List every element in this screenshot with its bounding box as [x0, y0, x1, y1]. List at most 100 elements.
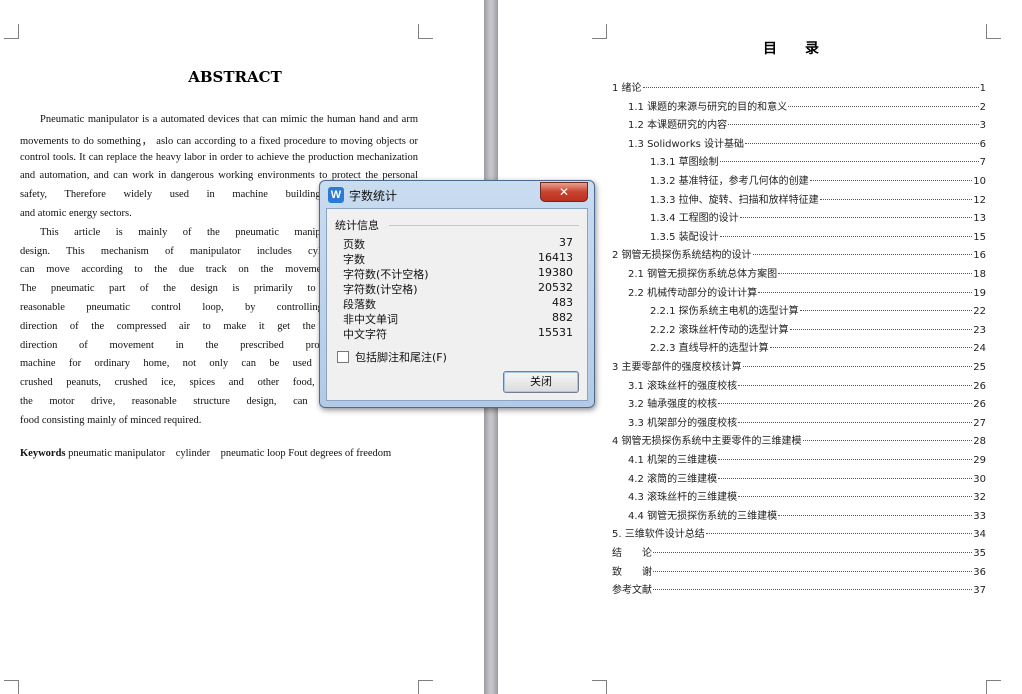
toc-entry-page: 13 — [973, 213, 986, 225]
toc-entry[interactable]: 3 主要零部件的强度校核计算 25 — [612, 358, 986, 376]
stat-label: 字符数(计空格) — [343, 283, 418, 296]
toc-entry[interactable]: 1.3 Solidworks 设计基础 6 — [628, 135, 986, 153]
toc-entry[interactable]: 2 钢管无损探伤系统结构的设计 16 — [612, 246, 986, 264]
toc-entry-page: 19 — [973, 287, 986, 299]
toc-entry-title: 3.2 轴承强度的校核 — [628, 399, 718, 411]
toc-entry[interactable]: 4.1 机架的三维建模 29 — [628, 451, 986, 469]
stat-row: 字数 16413 — [343, 251, 573, 266]
dialog-body: 统计信息 页数 37 字数 16413 字符数(不计空格) 19380 字符数(计空格) 20… — [326, 208, 588, 401]
toc-entry-title: 1.2 本课题研究的内容 — [628, 120, 728, 132]
toc-entry-page: 18 — [973, 269, 986, 280]
toc-entry[interactable]: 3.3 机架部分的强度校核 27 — [628, 414, 986, 432]
toc-leader-dots — [819, 198, 973, 200]
crop-mark — [592, 680, 607, 694]
toc-entry-page: 1 — [979, 83, 986, 94]
toc-entry[interactable]: 2.2.2 滚珠丝杆传动的选型计算 23 — [650, 321, 986, 339]
toc-entry[interactable]: 1.2 本课题研究的内容 3 — [628, 116, 986, 134]
crop-mark — [986, 24, 1001, 39]
crop-mark — [418, 24, 433, 39]
toc-entry[interactable]: 1.3.4 工程图的设计 13 — [650, 209, 986, 227]
toc-entry-page: 7 — [979, 157, 986, 169]
toc-entry-title: 1.3.5 装配设计 — [650, 231, 719, 243]
toc-entry[interactable]: 2.2.1 探伤系统主电机的选型计算 22 — [650, 302, 986, 320]
stat-row: 页数 37 — [343, 236, 573, 251]
toc-entry[interactable]: 3.2 轴承强度的校核 26 — [628, 395, 986, 413]
toc-entry[interactable]: 4 钢管无损探伤系统中主要零件的三维建模 28 — [612, 432, 986, 450]
dialog-title: 字数统计 — [349, 189, 398, 203]
abstract-heading: ABSTRACT — [188, 68, 282, 86]
stat-row: 中文字符 15531 — [343, 326, 573, 341]
crop-mark — [418, 680, 433, 694]
stat-row: 字符数(计空格) 20532 — [343, 281, 573, 296]
toc-entry-title: 1.3.3 拉伸、旋转、扫描和放样特征建 — [650, 194, 819, 206]
abstract-line: food consisting mainly of minced require… — [20, 414, 202, 426]
toc-entry-title: 2.2.3 直线导杆的选型计算 — [650, 343, 769, 355]
toc-entry[interactable]: 1.3.2 基准特征，参考几何体的创建 10 — [650, 172, 986, 190]
stat-value: 483 — [552, 296, 573, 309]
toc-entry[interactable]: 参考文献 37 — [612, 581, 986, 599]
stat-row: 字符数(不计空格) 19380 — [343, 266, 573, 281]
stat-value: 16413 — [538, 251, 573, 264]
toc-entry[interactable]: 4.3 滚珠丝杆的三维建模 32 — [628, 488, 986, 506]
toc-entry-title: 结 论 — [612, 548, 652, 559]
toc-entry-title: 参考文献 — [612, 585, 652, 597]
toc-leader-dots — [653, 589, 973, 591]
toc-entry[interactable]: 1.3.3 拉伸、旋转、扫描和放样特征建 12 — [650, 191, 986, 209]
close-icon[interactable]: ✕ — [540, 182, 588, 202]
toc-entry[interactable]: 5. 三维软件设计总结 34 — [612, 525, 986, 543]
toc-entry-title: 5. 三维软件设计总结 — [612, 529, 705, 541]
toc-leader-dots — [718, 477, 973, 479]
toc-entry[interactable]: 2.1 钢管无损探伤系统总体方案图 18 — [628, 265, 986, 283]
wps-app-icon: W — [328, 187, 344, 203]
close-button[interactable]: 关闭 — [503, 371, 579, 393]
keywords-label: Keywords — [20, 448, 66, 459]
stat-value: 882 — [552, 311, 573, 324]
toc-entry-title: 2.2 机械传动部分的设计计算 — [628, 287, 758, 299]
toc-entry-page: 25 — [973, 362, 986, 373]
toc-entry-page: 24 — [973, 343, 986, 355]
toc-entry-title: 1.3.4 工程图的设计 — [650, 213, 739, 225]
toc-entry-title: 1.1 课题的来源与研究的目的和意义 — [628, 101, 788, 113]
toc-entry-page: 33 — [973, 510, 986, 522]
toc-entry-title: 4.1 机架的三维建模 — [628, 455, 718, 466]
toc-leader-dots — [758, 291, 973, 293]
toc-entry[interactable]: 1 绪论 1 — [612, 79, 986, 97]
toc-entry[interactable]: 4.2 滚筒的三维建模 30 — [628, 470, 986, 488]
toc-leader-dots — [653, 552, 973, 553]
toc-entry-page: 34 — [973, 529, 986, 541]
toc-entry[interactable]: 1.1 课题的来源与研究的目的和意义 2 — [628, 98, 986, 116]
toc-entry-page: 3 — [979, 120, 986, 132]
statistics-group-label: 统计信息 — [335, 217, 383, 233]
toc-entry-page: 22 — [973, 306, 986, 318]
include-footnotes-option[interactable]: 包括脚注和尾注(F) — [337, 349, 447, 365]
stat-value: 37 — [559, 236, 573, 249]
toc-entry-title: 3.3 机架部分的强度校核 — [628, 417, 738, 429]
toc-entry[interactable]: 2.2 机械传动部分的设计计算 19 — [628, 284, 986, 302]
stat-label: 中文字符 — [343, 328, 387, 341]
include-footnotes-checkbox[interactable] — [337, 351, 349, 363]
crop-mark — [986, 680, 1001, 694]
toc-leader-dots — [719, 235, 973, 237]
stat-label: 字数 — [343, 253, 365, 266]
toc-leader-dots — [778, 514, 973, 516]
dialog-titlebar[interactable]: W 字数统计 ✕ — [320, 181, 594, 209]
abstract-line: Pneumatic manipulator is a automated dev… — [40, 114, 418, 125]
toc-entry[interactable]: 3.1 滚珠丝杆的强度校核 26 — [628, 377, 986, 395]
toc-entry-page: 23 — [973, 324, 986, 336]
stat-value: 19380 — [538, 266, 573, 279]
toc-entry[interactable]: 4.4 钢管无损探伤系统的三维建模 33 — [628, 507, 986, 525]
toc-entry-page: 28 — [973, 436, 986, 448]
toc-entry-page: 37 — [973, 585, 986, 597]
toc-entry[interactable]: 2.2.3 直线导杆的选型计算 24 — [650, 339, 986, 357]
toc-entry-title: 2.2.1 探伤系统主电机的选型计算 — [650, 306, 799, 318]
toc-entry[interactable]: 1.3.1 草图绘制 7 — [650, 153, 986, 171]
toc-leader-dots — [752, 254, 973, 256]
toc-leader-dots — [653, 570, 973, 572]
abstract-line: control tools. It can replace the heavy … — [20, 151, 418, 163]
toc-entry[interactable]: 致 谢 36 — [612, 563, 986, 581]
toc-leader-dots — [738, 496, 973, 498]
toc-entry[interactable]: 结 论 35 — [612, 544, 986, 562]
toc-entry[interactable]: 1.3.5 装配设计 15 — [650, 228, 986, 246]
word-count-dialog[interactable]: W 字数统计 ✕ 统计信息 页数 37 字数 16413 字符数(不计空格) 19380 字… — [319, 180, 595, 408]
toc-entry-title: 1.3 Solidworks 设计基础 — [628, 138, 745, 150]
